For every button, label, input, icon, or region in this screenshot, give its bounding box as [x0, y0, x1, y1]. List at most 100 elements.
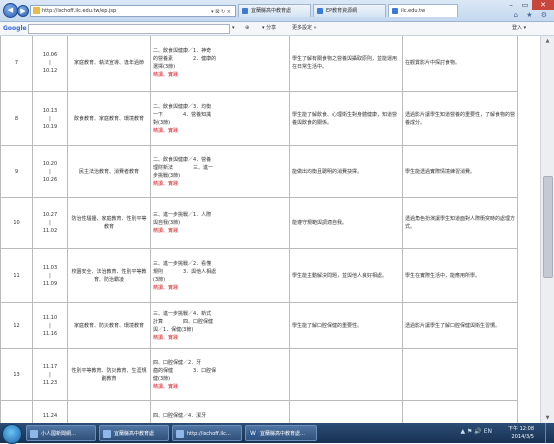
outcome-cell: 學生能透過實際情境練習消費。	[402, 145, 518, 198]
table-row: 11.24 四、口腔保健／4．潔牙	[0, 400, 518, 423]
date-line: 10.26	[42, 176, 58, 183]
date-line: 10.13	[42, 107, 58, 114]
outcome-cell: 學生在實際生活中，能應用所學。	[402, 248, 518, 303]
vertical-scrollbar[interactable]: ▲ ▼	[540, 36, 554, 423]
topic-cell: 防治性騷擾、家庭教育、性別平等教育	[67, 197, 151, 249]
tab-favicon-icon	[392, 8, 398, 14]
minimize-button[interactable]: –	[504, 0, 518, 10]
date-line: |	[49, 272, 51, 279]
week-cell: 9	[0, 145, 33, 198]
outcome-cell: 透過影片讓學生知道營養的重要性，了解食物的營養成分。	[402, 91, 518, 146]
taskbar-button-1[interactable]: 小人國新聞網…	[26, 425, 96, 441]
forward-button[interactable]: ▶	[17, 5, 29, 17]
scrollbar-thumb[interactable]	[543, 176, 553, 278]
content-line: (3節)	[153, 276, 166, 283]
date-line: 11.10	[42, 314, 58, 321]
date-cell: 11.03 | 11.09	[32, 248, 68, 303]
scroll-up-icon[interactable]: ▲	[541, 36, 554, 46]
date-line: 11.03	[42, 264, 58, 271]
content-cell: 三、進一步挑戰／4．新式 計算 四、口腔保健 與／1．保健(3節) 精讀、實踐	[150, 302, 290, 349]
table-row: 11 11.03 | 11.09 校園安全、法治教育、性別平等教育、防治霸凌 三、進一步挑…	[0, 248, 518, 303]
topic-cell: 飲食教育、家庭教育、環境教育	[67, 91, 151, 146]
back-button[interactable]: ◀	[3, 3, 18, 18]
date-cell: 10.06 | 10.12	[32, 36, 68, 92]
tab-favicon-icon	[317, 8, 323, 14]
start-button[interactable]	[2, 424, 22, 444]
topic-cell: 民主法治教育、消費者教育	[67, 145, 151, 198]
date-line: 10.27	[42, 212, 58, 218]
tab-2[interactable]: EP教育資源網	[313, 4, 386, 17]
date-line: |	[49, 220, 51, 226]
content-cell: 三、進一步挑戰／1．人際 與自我(3節) 精讀、實踐	[150, 197, 290, 249]
toolbar-plus-icon[interactable]: ⊕	[245, 22, 249, 35]
outcome-cell: 透過角色扮演讓學生知道面對人際衝突時的處理方式。	[402, 197, 518, 249]
date-line: |	[49, 371, 51, 378]
week-cell: 7	[0, 36, 33, 92]
date-line: 11.09	[42, 280, 58, 287]
date-line: 10.20	[42, 160, 58, 167]
goal-cell: 學生了解有關食物之營養與攝取原則，並能運用在日常生活中。	[289, 36, 403, 92]
content-line: 四、口腔保健／2．牙	[153, 359, 202, 366]
table-row: 9 10.20 | 10.26 民主法治教育、消費者教育 二、飲食與健康／4．營養 理財新法…	[0, 145, 518, 198]
date-line: 10.12	[42, 68, 58, 74]
more-settings-button[interactable]: 更多設定 »	[292, 22, 317, 35]
home-favorites-settings-icons[interactable]: ⌂ ★ ⚙	[514, 11, 550, 19]
page-favicon-icon	[33, 7, 40, 14]
google-logo: Google	[3, 25, 27, 32]
share-button[interactable]: ▾ 分享	[262, 22, 276, 35]
content-line: 二、飲食與健康／4．營養	[153, 156, 212, 163]
date-cell: 11.10 | 11.16	[32, 302, 68, 349]
search-dropdown[interactable]: ▾	[232, 22, 235, 35]
topic-cell: 校園安全、法治教育、性別平等教育、防治霸凌	[67, 248, 151, 303]
address-bar[interactable]: http://ischoff.ilc.edu.tw/ep.jsp ▾ ⊠ ↻ ×	[30, 5, 236, 17]
restore-button[interactable]: ▭	[518, 0, 532, 10]
ie-icon	[103, 430, 111, 438]
goal-cell	[289, 348, 403, 401]
method-label: 精讀、實踐	[153, 228, 179, 234]
content-line: 計算 四、口腔保健	[153, 318, 214, 325]
topic-cell: 性別平等教育、防災教育、生涯規劃教育	[67, 348, 151, 401]
topic-cell: 家庭教育、防災教育、環境教育	[67, 302, 151, 349]
clock[interactable]: 下午 12:08 2014/3/5	[508, 425, 534, 441]
content-cell: 三、進一步挑戰／2．看懂 規則 3．與他人相處 (3節) 精讀、實踐	[150, 248, 290, 303]
week-cell: 13	[0, 348, 33, 401]
outcome-cell	[402, 348, 518, 401]
content-line: 理財新法 三、進一	[153, 164, 214, 171]
date-line: 10.06	[42, 52, 58, 58]
word-icon: W	[249, 430, 257, 438]
content-line: 健(3節)	[153, 375, 171, 382]
goal-cell: 學生能了解口腔保健的重要性。	[289, 302, 403, 349]
close-button[interactable]: ✕	[532, 0, 554, 10]
taskbar-button-4[interactable]: W 宜蘭縣高中教育處…	[245, 425, 317, 441]
address-text: http://ischoff.ilc.edu.tw/ep.jsp	[42, 8, 117, 14]
table-row: 13 11.17 | 11.23 性別平等教育、防災教育、生涯規劃教育 四、口腔保健／2．…	[0, 348, 518, 401]
google-search-input[interactable]	[28, 24, 230, 34]
show-desktop-button[interactable]	[545, 423, 554, 443]
date-line: 11.02	[42, 228, 58, 234]
content-line: 步挑戰(3節)	[153, 172, 181, 179]
page-content: 7 10.06 | 10.12 家庭教育、執法宣導、逢年過節 二、飲食與健康／1．神奇 的營…	[0, 36, 541, 423]
scroll-down-icon[interactable]: ▼	[541, 413, 554, 423]
system-tray-icons[interactable]: ▲ ⚑ 🔊 EN	[461, 428, 492, 435]
ie-icon	[30, 430, 38, 438]
week-cell: 8	[0, 91, 33, 146]
goal-cell: 能遵守規範與調適自我。	[289, 197, 403, 249]
address-tools[interactable]: ▾ ⊠ ↻ ×	[211, 7, 231, 17]
tab-3-active[interactable]: ilc.edu.tw	[388, 4, 458, 17]
login-button[interactable]: 登入 ▾	[512, 22, 526, 35]
content-cell: 四、口腔保健／2．牙 齒的保健 3．口腔保 健(3節) 精讀、實踐	[150, 348, 290, 401]
content-line: 三、進一步挑戰／2．看懂	[153, 260, 212, 267]
content-cell: 二、飲食與健康／3．均衡 一下 4．營養知識 對(3節) 精讀、實踐	[150, 91, 290, 146]
content-line: 二、飲食與健康／3．均衡	[153, 103, 212, 110]
tab-1[interactable]: 宜蘭縣高中教育處	[238, 4, 311, 17]
content-line: 四、口腔保健／4．潔牙	[153, 412, 207, 419]
date-line: 11.24	[42, 412, 58, 419]
schedule-table: 7 10.06 | 10.12 家庭教育、執法宣導、逢年過節 二、飲食與健康／1．神奇 的營…	[0, 36, 518, 423]
date-cell: 10.27 | 11.02	[32, 197, 68, 249]
method-label: 精讀、實踐	[153, 127, 179, 134]
date-line: |	[49, 322, 51, 329]
taskbar-button-2[interactable]: 宜蘭縣高中教育處	[99, 425, 169, 441]
taskbar-button-3[interactable]: http://ischoff.ilc…	[172, 425, 242, 441]
date-line: 11.17	[42, 363, 58, 370]
method-label: 精讀、實踐	[153, 383, 179, 390]
